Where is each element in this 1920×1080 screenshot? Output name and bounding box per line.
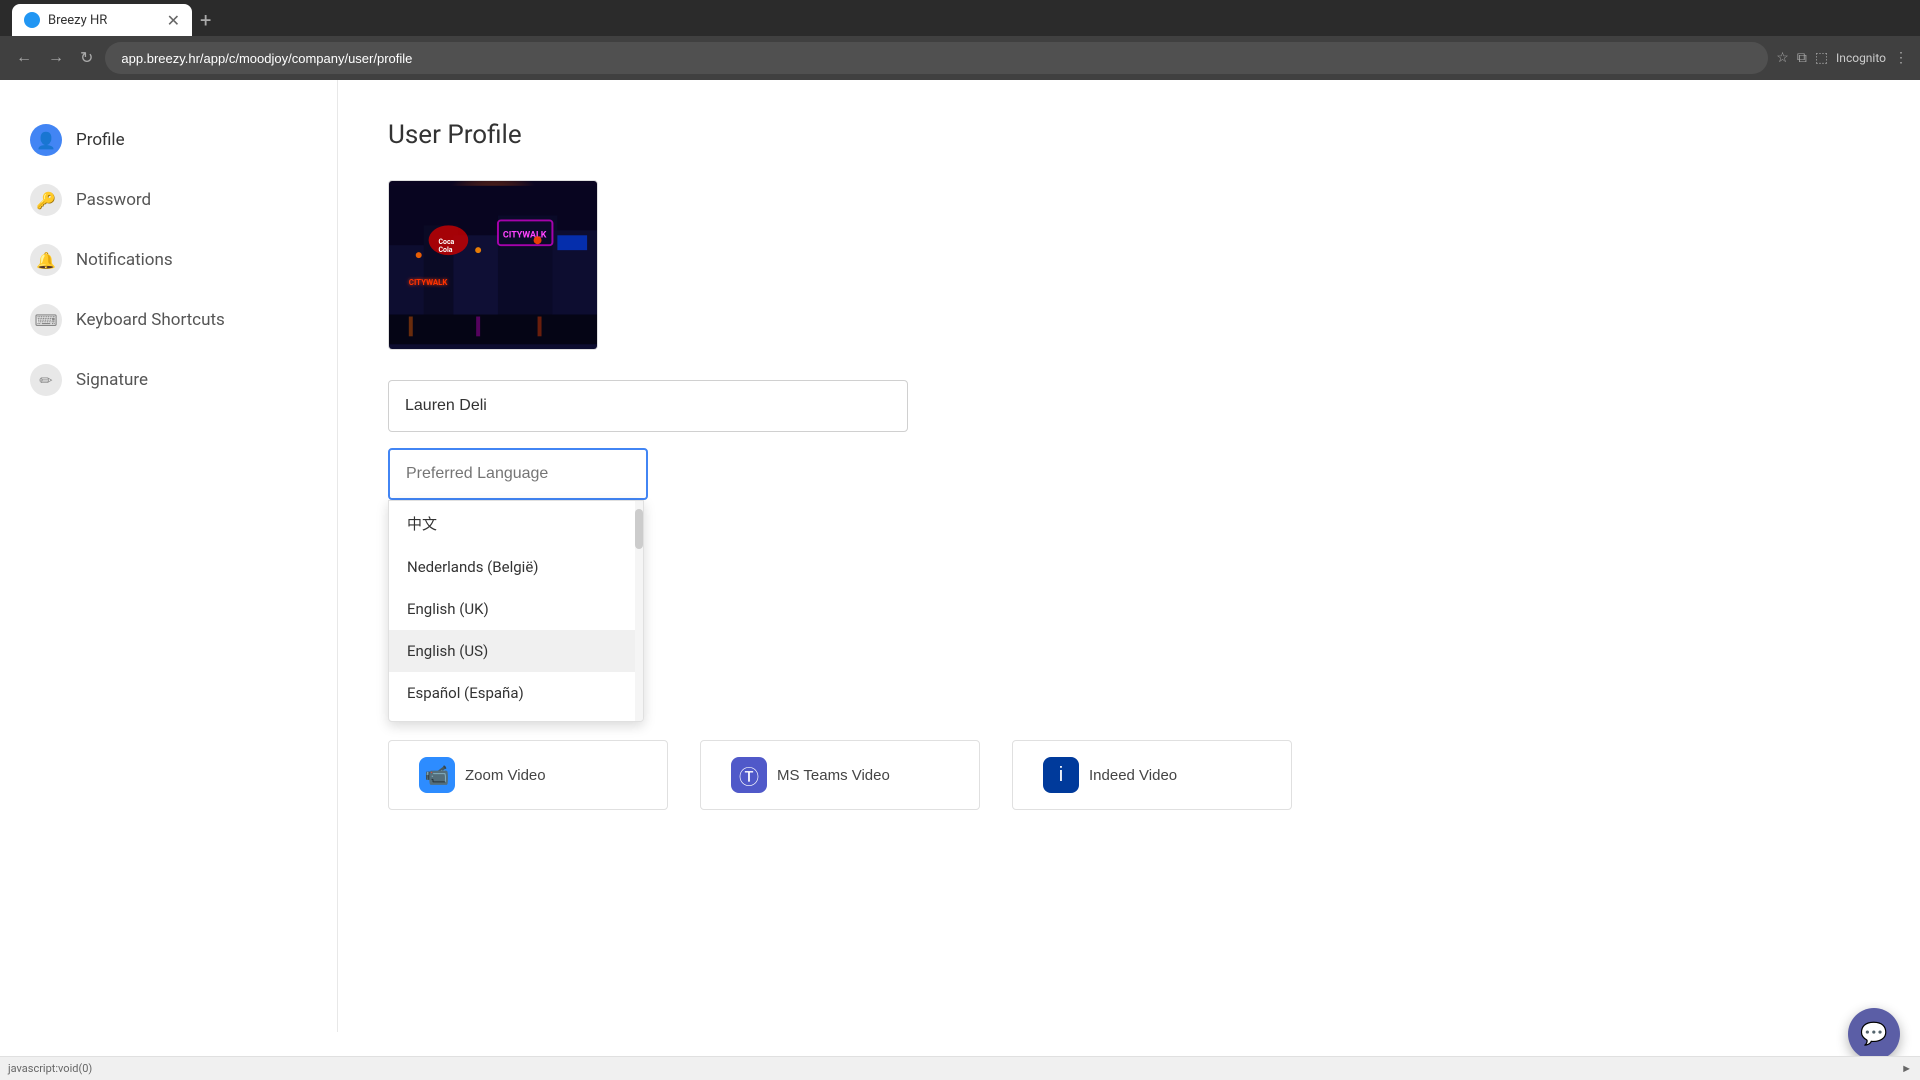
page-title: User Profile	[388, 120, 1870, 150]
sidebar-item-password[interactable]: 🔑 Password	[0, 170, 337, 230]
teams-integration-button[interactable]: Ⓣ MS Teams Video	[700, 740, 980, 810]
profile-icon[interactable]: ⬚	[1815, 50, 1828, 66]
svg-text:Cola: Cola	[439, 246, 453, 254]
profile-photo-area[interactable]: CITYWALK Coca Cola CITYWALK	[388, 180, 598, 350]
language-dropdown-container: 中文 Nederlands (België) English (UK) Engl…	[388, 448, 648, 500]
address-input[interactable]	[105, 42, 1768, 74]
sidebar: 👤 Profile 🔑 Password 🔔 Notifications ⌨ K…	[0, 80, 338, 1032]
integration-bar: 📹 Zoom Video Ⓣ MS Teams Video i Indeed V…	[388, 740, 1870, 810]
active-tab[interactable]: Breezy HR ✕	[12, 4, 192, 36]
incognito-label: Incognito	[1836, 51, 1886, 65]
svg-text:Coca: Coca	[439, 238, 455, 246]
zoom-label: Zoom Video	[465, 767, 546, 784]
language-option-nl-be[interactable]: Nederlands (België)	[389, 546, 643, 588]
dropdown-scrollbar-thumb[interactable]	[635, 509, 643, 549]
reload-button[interactable]: ↻	[76, 44, 97, 72]
status-url: javascript:void(0)	[8, 1062, 92, 1075]
language-field-container: 中文 Nederlands (België) English (UK) Engl…	[388, 448, 1870, 500]
address-bar: ← → ↻ ☆ ⧉ ⬚ Incognito ⋮	[0, 36, 1920, 80]
sidebar-item-profile[interactable]: 👤 Profile	[0, 110, 337, 170]
sidebar-label-keyboard: Keyboard Shortcuts	[76, 310, 225, 330]
indeed-label: Indeed Video	[1089, 767, 1177, 784]
indeed-integration-button[interactable]: i Indeed Video	[1012, 740, 1292, 810]
teams-icon: Ⓣ	[731, 757, 767, 793]
profile-photo: CITYWALK Coca Cola CITYWALK	[389, 181, 597, 349]
zoom-integration-button[interactable]: 📹 Zoom Video	[388, 740, 668, 810]
keyboard-icon: ⌨	[30, 304, 62, 336]
zoom-icon: 📹	[419, 757, 455, 793]
forward-button[interactable]: →	[44, 45, 68, 71]
sidebar-label-signature: Signature	[76, 370, 148, 390]
sidebar-item-signature[interactable]: ✏ Signature	[0, 350, 337, 410]
language-dropdown-scroll[interactable]: 中文 Nederlands (België) English (UK) Engl…	[389, 501, 643, 721]
teams-label: MS Teams Video	[777, 767, 890, 784]
svg-text:CITYWALK: CITYWALK	[409, 278, 449, 287]
menu-icon[interactable]: ⋮	[1894, 50, 1908, 66]
signature-icon: ✏	[30, 364, 62, 396]
status-bar: javascript:void(0) ►	[0, 1056, 1920, 1080]
name-input[interactable]	[388, 380, 908, 432]
main-content: User Profile CITYWALK C	[338, 80, 1920, 1032]
extensions-icon[interactable]: ⧉	[1797, 50, 1807, 66]
dropdown-scrollbar-track	[635, 501, 643, 721]
language-option-es[interactable]: Español (España)	[389, 672, 643, 714]
profile-icon: 👤	[30, 124, 62, 156]
language-option-en-uk[interactable]: English (UK)	[389, 588, 643, 630]
tab-bar: Breezy HR ✕ +	[0, 0, 1920, 36]
tab-favicon	[24, 12, 40, 28]
app-container: 👤 Profile 🔑 Password 🔔 Notifications ⌨ K…	[0, 80, 1920, 1032]
language-option-fr-ca[interactable]: Français (Canada)	[389, 714, 643, 721]
name-field-container	[388, 380, 1870, 432]
sidebar-label-notifications: Notifications	[76, 250, 173, 270]
bookmark-icon[interactable]: ☆	[1776, 50, 1789, 66]
address-icons: ☆ ⧉ ⬚ Incognito ⋮	[1776, 50, 1908, 66]
new-tab-button[interactable]: +	[200, 4, 211, 36]
sidebar-label-profile: Profile	[76, 130, 125, 150]
back-button[interactable]: ←	[12, 45, 36, 71]
password-icon: 🔑	[30, 184, 62, 216]
language-option-zh[interactable]: 中文	[389, 501, 643, 546]
support-chat-button[interactable]: 💬	[1848, 1008, 1900, 1060]
language-dropdown-menu: 中文 Nederlands (België) English (UK) Engl…	[388, 500, 644, 722]
notifications-icon: 🔔	[30, 244, 62, 276]
sidebar-item-notifications[interactable]: 🔔 Notifications	[0, 230, 337, 290]
tab-label: Breezy HR	[48, 13, 107, 28]
status-right: ►	[1901, 1062, 1912, 1075]
indeed-icon: i	[1043, 757, 1079, 793]
tab-close-button[interactable]: ✕	[167, 11, 180, 30]
language-input[interactable]	[388, 448, 648, 500]
sidebar-label-password: Password	[76, 190, 151, 210]
sidebar-item-keyboard[interactable]: ⌨ Keyboard Shortcuts	[0, 290, 337, 350]
language-option-en-us[interactable]: English (US)	[389, 630, 643, 672]
